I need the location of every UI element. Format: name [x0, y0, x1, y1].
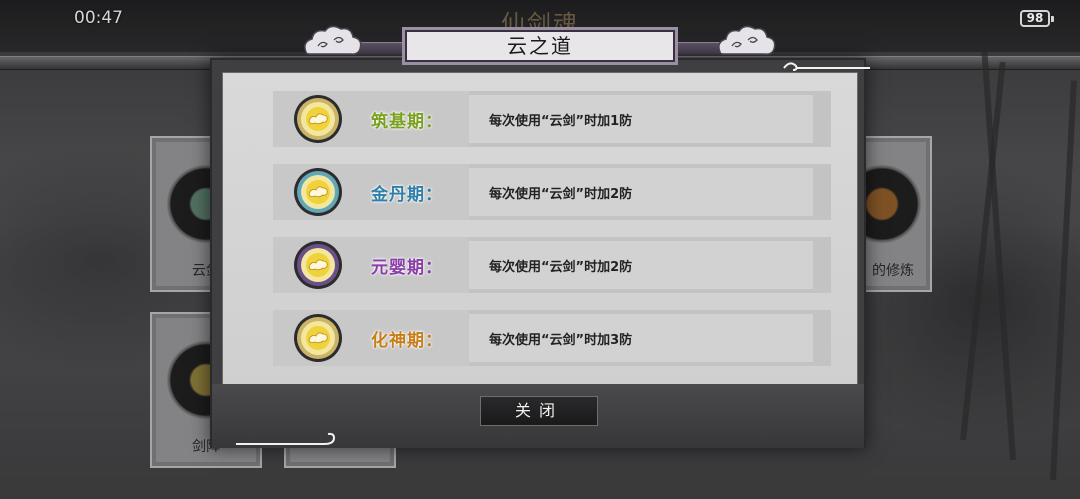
dialog-panel: 筑基期： 每次使用“云剑”时加1防 金丹期： 每次使用“云剑”时加2防 元婴期：…: [210, 58, 870, 448]
stage-description-cell: 每次使用“云剑”时加2防: [469, 241, 813, 289]
dialog-title-plate: 云之道: [405, 30, 675, 62]
cloud-ornament-icon: [718, 25, 776, 55]
cloud-medallion-icon: [294, 95, 342, 143]
stage-label: 元婴期：: [371, 258, 443, 278]
stage-name-cell: 筑基期：: [273, 91, 469, 147]
stage-description: 每次使用“云剑”时加1防: [489, 114, 633, 129]
stage-description-cell: 每次使用“云剑”时加1防: [469, 95, 813, 143]
stage-description: 每次使用“云剑”时加2防: [489, 187, 633, 202]
cloud-medallion-icon: [294, 314, 342, 362]
stage-row-4: 化神期： 每次使用“云剑”时加3防: [273, 310, 831, 366]
cloud-medallion-icon: [294, 168, 342, 216]
stage-description-cell: 每次使用“云剑”时加2防: [469, 168, 813, 216]
ink-swirl-decoration: [783, 62, 870, 71]
ink-swirl-decoration: [236, 432, 336, 445]
stage-description: 每次使用“云剑”时加3防: [489, 333, 633, 348]
stage-label: 金丹期：: [371, 185, 443, 205]
cloud-ornament-icon: [304, 25, 362, 55]
stage-label: 化神期：: [371, 331, 443, 351]
stage-name-cell: 化神期：: [273, 310, 469, 366]
stage-label: 筑基期：: [371, 112, 443, 132]
stage-name-cell: 金丹期：: [273, 164, 469, 220]
stage-name-cell: 元婴期：: [273, 237, 469, 293]
dialog-content: 筑基期： 每次使用“云剑”时加1防 金丹期： 每次使用“云剑”时加2防 元婴期：…: [222, 72, 858, 390]
dialog-title: 云之道: [507, 34, 573, 58]
stage-description: 每次使用“云剑”时加2防: [489, 260, 633, 275]
dialog-header: 云之道: [300, 22, 780, 68]
cloud-medallion-icon: [294, 241, 342, 289]
stage-row-3: 元婴期： 每次使用“云剑”时加2防: [273, 237, 831, 293]
stage-row-1: 筑基期： 每次使用“云剑”时加1防: [273, 91, 831, 147]
stage-description-cell: 每次使用“云剑”时加3防: [469, 314, 813, 362]
close-button[interactable]: 关闭: [480, 396, 598, 426]
stage-row-2: 金丹期： 每次使用“云剑”时加2防: [273, 164, 831, 220]
